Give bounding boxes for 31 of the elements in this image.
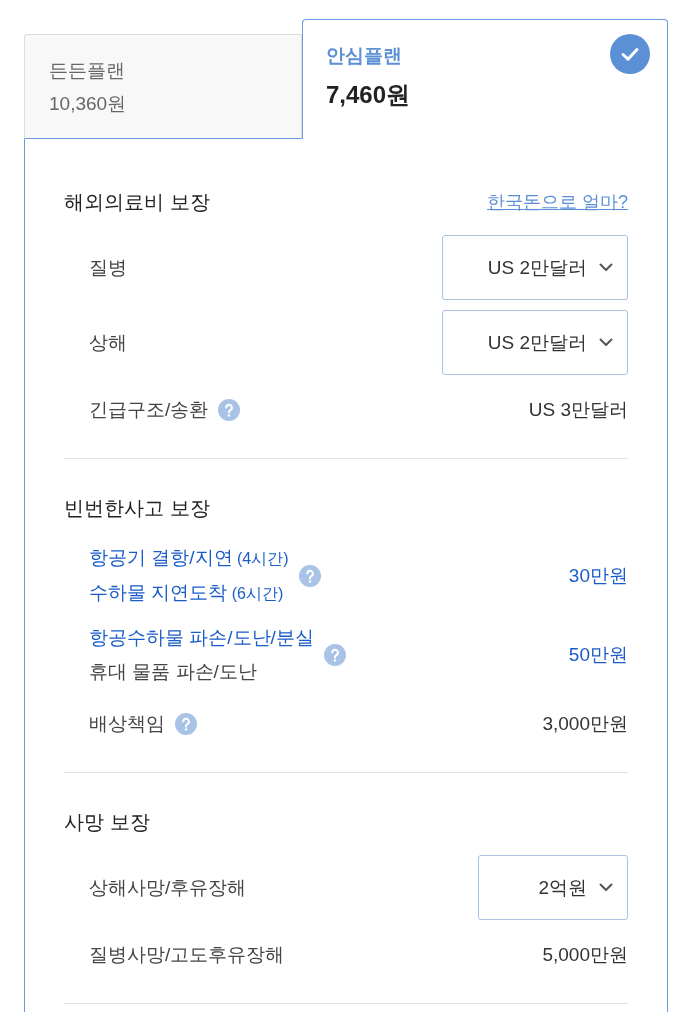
coverage-label: 긴급구조/송환 — [89, 398, 209, 422]
coverage-label: 상해 — [89, 330, 127, 355]
coverage-label: 질병사망/고도후유장해 — [89, 943, 285, 967]
amount-select[interactable]: US 2만달러 — [441, 235, 628, 300]
coverage-label: 질병 — [89, 255, 127, 280]
coverage-amount: US 3만달러 — [528, 398, 628, 422]
help-icon[interactable] — [298, 565, 321, 587]
help-icon[interactable] — [323, 644, 346, 666]
chevron-down-icon — [599, 263, 613, 272]
amount-select[interactable]: 2억원 — [478, 855, 628, 920]
coverage-label: 배상책임 — [89, 712, 165, 736]
coverage-amount: 30만원 — [568, 564, 628, 588]
coverage-label: 상해사망/후유장해 — [89, 875, 247, 900]
chevron-down-icon — [599, 883, 613, 892]
check-icon — [610, 34, 650, 74]
section-title: 해외의료비 보장 — [64, 190, 210, 215]
coverage-amount: 5,000만원 — [542, 943, 628, 967]
coverage-label: 항공수하물 파손/도난/분실 — [89, 626, 314, 650]
coverage-label: 수하물 지연도착 (6시간) — [89, 581, 285, 605]
coverage-amount: 3,000만원 — [542, 712, 628, 736]
help-icon[interactable] — [175, 713, 197, 735]
plan-tab[interactable]: 안심플랜 7,460원 — [302, 19, 668, 139]
amount-select[interactable]: US 2만달러 — [441, 310, 628, 375]
coverage-label: 항공기 결항/지연 (4시간) — [89, 546, 289, 570]
chevron-down-icon — [599, 338, 613, 347]
coverage-amount: 50만원 — [568, 643, 628, 667]
section-title: 사망 보장 — [64, 810, 150, 835]
plan-tab[interactable]: 든든플랜 10,360원 — [24, 34, 302, 139]
coverage-label: 휴대 물품 파손/도난 — [89, 660, 258, 684]
help-icon[interactable] — [218, 399, 241, 421]
section-title: 빈번한사고 보장 — [64, 496, 210, 521]
